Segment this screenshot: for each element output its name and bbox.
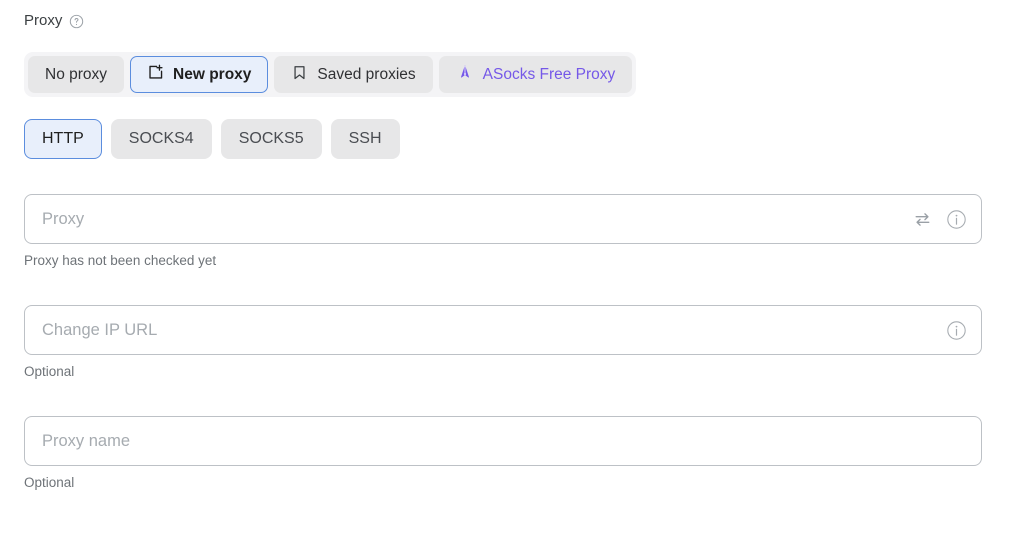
proxy-source-label: ASocks Free Proxy <box>482 65 616 83</box>
proxy-name-field-group: Optional <box>24 416 982 491</box>
tab-protocol-socks5[interactable]: SOCKS5 <box>220 119 322 159</box>
proxy-input[interactable] <box>42 195 913 243</box>
info-circle-icon[interactable] <box>946 209 967 230</box>
proxy-name-helper-text: Optional <box>24 475 75 490</box>
question-circle-icon[interactable] <box>69 14 84 29</box>
protocol-label: SOCKS5 <box>238 130 304 147</box>
bookmark-icon <box>291 64 308 86</box>
change-ip-url-input[interactable] <box>42 306 946 354</box>
asocks-logo-icon <box>456 63 474 86</box>
proxy-section-header: Proxy <box>24 11 84 31</box>
proxy-name-input-box <box>24 416 982 466</box>
swap-arrows-icon[interactable] <box>913 210 932 229</box>
proxy-source-label: New proxy <box>173 65 252 83</box>
proxy-settings-panel: Proxy No proxy New proxy Saved proxies A… <box>0 0 1024 537</box>
proxy-source-option-no-proxy[interactable]: No proxy <box>28 56 125 93</box>
proxy-source-option-asocks-free-proxy[interactable]: ASocks Free Proxy <box>438 56 633 93</box>
info-circle-icon[interactable] <box>946 320 967 341</box>
proxy-field-group: Proxy has not been checked yet <box>24 194 982 269</box>
proxy-name-input[interactable] <box>42 417 967 465</box>
page-title: Proxy <box>24 12 63 29</box>
change-ip-url-helper-text: Optional <box>24 364 75 379</box>
proxy-helper-text: Proxy has not been checked yet <box>24 253 217 268</box>
tab-protocol-ssh[interactable]: SSH <box>330 119 400 159</box>
proxy-input-box <box>24 194 982 244</box>
protocol-label: SOCKS4 <box>128 130 194 147</box>
change-ip-url-input-actions <box>946 320 967 341</box>
change-ip-url-input-box <box>24 305 982 355</box>
protocol-label: HTTP <box>42 130 84 147</box>
tab-protocol-http[interactable]: HTTP <box>24 119 102 159</box>
tab-protocol-socks4[interactable]: SOCKS4 <box>110 119 212 159</box>
protocol-label: SSH <box>348 130 382 147</box>
proxy-source-option-saved-proxies[interactable]: Saved proxies <box>274 56 433 93</box>
new-window-plus-icon <box>147 64 164 86</box>
proxy-protocol-tabs: HTTP SOCKS4 SOCKS5 SSH <box>24 119 400 159</box>
proxy-source-option-new-proxy[interactable]: New proxy <box>130 56 269 93</box>
proxy-source-label: No proxy <box>45 65 108 83</box>
proxy-source-label: Saved proxies <box>317 65 416 83</box>
change-ip-url-field-group: Optional <box>24 305 982 380</box>
proxy-source-segmented-control: No proxy New proxy Saved proxies ASocks … <box>24 52 637 97</box>
proxy-input-actions <box>913 209 967 230</box>
